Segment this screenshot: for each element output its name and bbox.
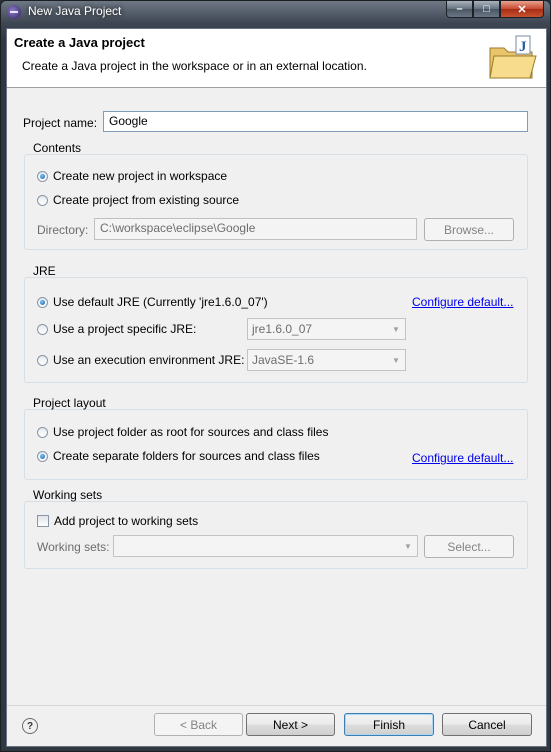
svg-text:J: J bbox=[519, 39, 527, 55]
radio-unselected-icon bbox=[37, 426, 48, 438]
minimize-button[interactable]: – bbox=[446, 1, 473, 18]
chevron-down-icon: ▼ bbox=[404, 541, 412, 551]
page-description: Create a Java project in the workspace o… bbox=[22, 59, 367, 73]
radio-separate-folders-label: Create separate folders for sources and … bbox=[53, 449, 320, 463]
configure-jre-link[interactable]: Configure default... bbox=[412, 295, 513, 309]
wizard-header: Create a Java project Create a Java proj… bbox=[7, 29, 546, 88]
add-to-working-sets-checkbox[interactable]: Add project to working sets bbox=[37, 514, 198, 528]
browse-button[interactable]: Browse... bbox=[424, 218, 514, 241]
project-name-label: Project name: bbox=[23, 116, 98, 130]
help-icon[interactable]: ? bbox=[22, 718, 38, 734]
page-title: Create a Java project bbox=[14, 35, 145, 50]
specific-jre-combo[interactable]: jre1.6.0_07 ▼ bbox=[247, 318, 406, 340]
project-name-input[interactable]: Google bbox=[103, 111, 528, 132]
window-controls: – □ ✕ bbox=[446, 1, 544, 19]
execution-env-combo[interactable]: JavaSE-1.6 ▼ bbox=[247, 349, 406, 371]
radio-unselected-icon bbox=[37, 354, 48, 366]
java-project-folder-icon: J bbox=[489, 35, 537, 79]
maximize-button[interactable]: □ bbox=[473, 1, 500, 18]
radio-existing-source-label: Create project from existing source bbox=[53, 193, 240, 207]
window-title: New Java Project bbox=[28, 4, 122, 18]
radio-project-root[interactable]: Use project folder as root for sources a… bbox=[37, 425, 328, 439]
radio-unselected-icon bbox=[37, 323, 48, 335]
radio-unselected-icon bbox=[37, 194, 48, 206]
button-bar-separator bbox=[7, 705, 546, 706]
directory-input[interactable]: C:\workspace\eclipse\Google bbox=[94, 218, 417, 240]
radio-execution-env[interactable]: Use an execution environment JRE: bbox=[37, 353, 244, 367]
jre-group-title: JRE bbox=[33, 264, 56, 278]
cancel-button[interactable]: Cancel bbox=[442, 713, 532, 736]
add-to-working-sets-label: Add project to working sets bbox=[54, 514, 199, 528]
checkbox-unchecked-icon bbox=[37, 515, 49, 527]
radio-selected-icon bbox=[37, 296, 48, 308]
back-button[interactable]: < Back bbox=[154, 713, 243, 736]
radio-execution-env-label: Use an execution environment JRE: bbox=[53, 353, 245, 367]
radio-selected-icon bbox=[37, 450, 48, 462]
radio-create-new[interactable]: Create new project in workspace bbox=[37, 169, 227, 183]
dialog-client: Create a Java project Create a Java proj… bbox=[6, 28, 547, 747]
project-layout-group-title: Project layout bbox=[33, 396, 106, 410]
radio-create-new-label: Create new project in workspace bbox=[53, 169, 228, 183]
radio-specific-jre-label: Use a project specific JRE: bbox=[53, 322, 197, 336]
close-button[interactable]: ✕ bbox=[500, 1, 544, 18]
radio-selected-icon bbox=[37, 170, 48, 182]
radio-specific-jre[interactable]: Use a project specific JRE: bbox=[37, 322, 196, 336]
title-bar[interactable]: New Java Project – □ ✕ bbox=[1, 1, 550, 23]
execution-env-value: JavaSE-1.6 bbox=[252, 353, 315, 367]
project-layout-group-border bbox=[24, 409, 528, 480]
specific-jre-value: jre1.6.0_07 bbox=[252, 322, 313, 336]
radio-project-root-label: Use project folder as root for sources a… bbox=[53, 425, 329, 439]
working-sets-group-title: Working sets bbox=[33, 488, 103, 502]
project-layout-group: Project layout Use project folder as roo… bbox=[24, 396, 528, 480]
select-working-sets-button[interactable]: Select... bbox=[424, 535, 514, 558]
radio-default-jre[interactable]: Use default JRE (Currently 'jre1.6.0_07'… bbox=[37, 295, 268, 309]
working-sets-label: Working sets: bbox=[37, 540, 110, 554]
next-button[interactable]: Next > bbox=[246, 713, 335, 736]
chevron-down-icon: ▼ bbox=[392, 324, 400, 334]
radio-separate-folders[interactable]: Create separate folders for sources and … bbox=[37, 449, 320, 463]
chevron-down-icon: ▼ bbox=[392, 355, 400, 365]
directory-label: Directory: bbox=[37, 223, 89, 237]
working-sets-group: Working sets Add project to working sets… bbox=[24, 488, 528, 569]
dialog-window: New Java Project – □ ✕ Create a Java pro… bbox=[0, 0, 551, 752]
finish-button[interactable]: Finish bbox=[344, 713, 434, 736]
radio-default-jre-label: Use default JRE (Currently 'jre1.6.0_07'… bbox=[53, 295, 268, 309]
jre-group: JRE Use default JRE (Currently 'jre1.6.0… bbox=[24, 264, 528, 383]
radio-existing-source[interactable]: Create project from existing source bbox=[37, 193, 239, 207]
configure-layout-link[interactable]: Configure default... bbox=[412, 451, 513, 465]
eclipse-icon bbox=[7, 5, 21, 19]
contents-group-title: Contents bbox=[33, 141, 82, 155]
working-sets-combo[interactable]: ▼ bbox=[113, 535, 418, 557]
contents-group: Contents Create new project in workspace… bbox=[24, 141, 528, 250]
